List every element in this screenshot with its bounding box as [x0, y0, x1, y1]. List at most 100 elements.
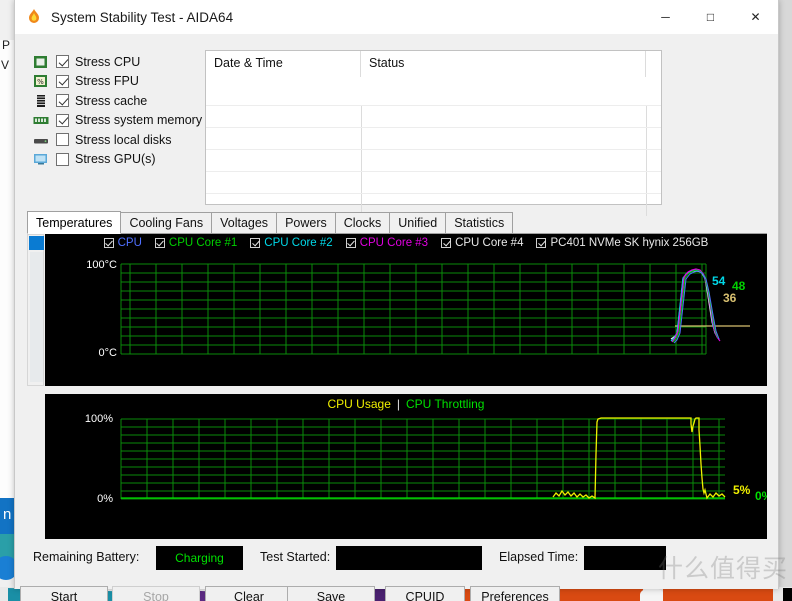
- tab-temperatures[interactable]: Temperatures: [27, 211, 122, 234]
- stop-label-head: St: [143, 590, 155, 601]
- table-row[interactable]: [206, 149, 661, 172]
- save-button[interactable]: Save: [287, 586, 375, 601]
- scrollbar-thumb[interactable]: [29, 236, 44, 250]
- cpuid-label-head: CP: [405, 590, 423, 601]
- stress-fpu-label: Stress FPU: [75, 74, 139, 89]
- log-column-datetime[interactable]: Date & Time: [206, 51, 361, 77]
- stress-fpu-checkbox[interactable]: [56, 74, 69, 88]
- scrollbar-track-fill: [30, 252, 43, 382]
- elapsed-time-caption: Elapsed Time:: [499, 550, 579, 564]
- background-text-fragment-1: P: [2, 38, 11, 52]
- cpu-chip-icon: [33, 55, 49, 69]
- stress-option-disks[interactable]: Stress local disks: [33, 130, 203, 150]
- status-row: Remaining Battery: Charging Test Started…: [33, 546, 763, 572]
- table-row[interactable]: [206, 127, 661, 150]
- start-button[interactable]: Start: [20, 586, 108, 601]
- stress-memory-checkbox[interactable]: [56, 113, 69, 127]
- battery-status-box: Charging: [156, 546, 243, 570]
- stress-option-cache[interactable]: Stress cache: [33, 91, 203, 111]
- temp-value-nvme: 36: [723, 291, 737, 305]
- cpuid-button[interactable]: CPUID: [385, 586, 465, 601]
- tab-voltages[interactable]: Voltages: [211, 212, 278, 233]
- tab-powers[interactable]: Powers: [276, 212, 336, 233]
- usage-plot: [120, 417, 726, 500]
- elapsed-time-box: [584, 546, 666, 570]
- stress-option-cpu[interactable]: Stress CPU: [33, 52, 203, 72]
- stress-disks-label: Stress local disks: [75, 132, 172, 147]
- usage-value-cpu-usage: 5%: [733, 483, 751, 497]
- log-column-status[interactable]: Status: [361, 51, 646, 77]
- tab-strip: Temperatures Cooling Fans Voltages Power…: [27, 211, 767, 234]
- preferences-mnemonic: P: [481, 590, 490, 601]
- flame-icon: [25, 8, 43, 26]
- window-title: System Stability Test - AIDA64: [51, 9, 234, 25]
- cache-icon: [33, 94, 49, 108]
- clear-mnemonic: e: [245, 590, 253, 601]
- log-column-spacer: [646, 51, 661, 77]
- clear-button[interactable]: Clear: [205, 586, 293, 601]
- fpu-percent-icon: %: [33, 74, 49, 88]
- stress-memory-label: Stress system memory: [75, 113, 203, 128]
- usage-value-throttling: 0%: [755, 489, 767, 503]
- background-tile-letter: n: [3, 506, 12, 523]
- clear-label-rest: ar: [252, 590, 264, 601]
- background-text-fragment-2: V: [1, 58, 10, 72]
- stress-option-fpu[interactable]: % Stress FPU: [33, 72, 203, 92]
- preferences-button[interactable]: Preferences: [470, 586, 560, 601]
- cpuid-mnemonic: U: [422, 590, 432, 601]
- log-table-header: Date & Time Status: [206, 51, 661, 77]
- stress-option-gpu[interactable]: Stress GPU(s): [33, 150, 203, 170]
- cpuid-label-rest: ID: [431, 590, 445, 601]
- stress-gpu-checkbox[interactable]: [56, 152, 69, 166]
- memory-module-icon: [33, 113, 49, 127]
- tab-clocks[interactable]: Clocks: [334, 212, 391, 233]
- clear-label-head: Cl: [234, 590, 246, 601]
- stress-gpu-label: Stress GPU(s): [75, 152, 156, 167]
- taskbar-icon-7[interactable]: [783, 588, 792, 601]
- stop-label-rest: p: [161, 590, 169, 601]
- hard-disk-icon: [33, 133, 49, 147]
- stress-option-memory[interactable]: Stress system memory: [33, 111, 203, 131]
- stress-disks-checkbox[interactable]: [56, 133, 69, 147]
- stress-cache-checkbox[interactable]: [56, 94, 69, 108]
- start-mnemonic: S: [50, 590, 60, 601]
- temperature-scrollbar[interactable]: [27, 234, 44, 386]
- gpu-monitor-icon: [33, 152, 49, 166]
- save-label-head: S: [316, 590, 326, 601]
- svg-text:%: %: [37, 78, 44, 86]
- title-bar[interactable]: System Stability Test - AIDA64 ─ □ ✕: [15, 0, 778, 34]
- table-row[interactable]: [206, 105, 661, 128]
- stress-cpu-label: Stress CPU: [75, 54, 141, 69]
- aida64-window: System Stability Test - AIDA64 ─ □ ✕ Str…: [14, 0, 779, 601]
- stress-cache-label: Stress cache: [75, 93, 148, 108]
- tab-cooling-fans[interactable]: Cooling Fans: [120, 212, 213, 233]
- table-row[interactable]: [206, 171, 661, 194]
- tab-unified[interactable]: Unified: [389, 212, 447, 233]
- screen: P V n System Stability Test - AIDA64 ─ □…: [0, 0, 792, 601]
- stop-mnemonic: o: [154, 590, 162, 601]
- tab-statistics[interactable]: Statistics: [445, 212, 514, 233]
- preferences-label-rest: references: [489, 590, 549, 601]
- window-controls: ─ □ ✕: [643, 0, 778, 34]
- battery-caption: Remaining Battery:: [33, 550, 140, 564]
- maximize-button[interactable]: □: [688, 0, 733, 34]
- temperature-graph[interactable]: CPU CPU Core #1 CPU Core #2 CPU Core #3 …: [45, 234, 767, 386]
- usage-graph[interactable]: CPU Usage | CPU Throttling 100% 0% 5% 0: [45, 394, 767, 539]
- minimize-button[interactable]: ─: [643, 0, 688, 34]
- temperature-plot: [120, 263, 750, 355]
- log-table[interactable]: Date & Time Status: [205, 50, 662, 216]
- save-mnemonic: a: [325, 590, 333, 601]
- button-row: Start Stop Clear Save CPUID Preferences: [15, 586, 778, 601]
- stop-button: Stop: [112, 586, 200, 601]
- test-started-caption: Test Started:: [260, 550, 331, 564]
- log-table-body: [206, 77, 661, 216]
- stress-cpu-checkbox[interactable]: [56, 55, 69, 69]
- start-label-rest: tart: [59, 590, 78, 601]
- test-started-box: [336, 546, 482, 570]
- window-client-area: Stress CPU % Stress FPU Stress cache Str…: [15, 34, 778, 601]
- stress-options-list: Stress CPU % Stress FPU Stress cache Str…: [33, 52, 203, 169]
- save-label-rest: ve: [332, 590, 346, 601]
- temp-value-core2: 54: [712, 274, 726, 288]
- close-button[interactable]: ✕: [733, 0, 778, 34]
- graph-panels: CPU CPU Core #1 CPU Core #2 CPU Core #3 …: [27, 234, 767, 539]
